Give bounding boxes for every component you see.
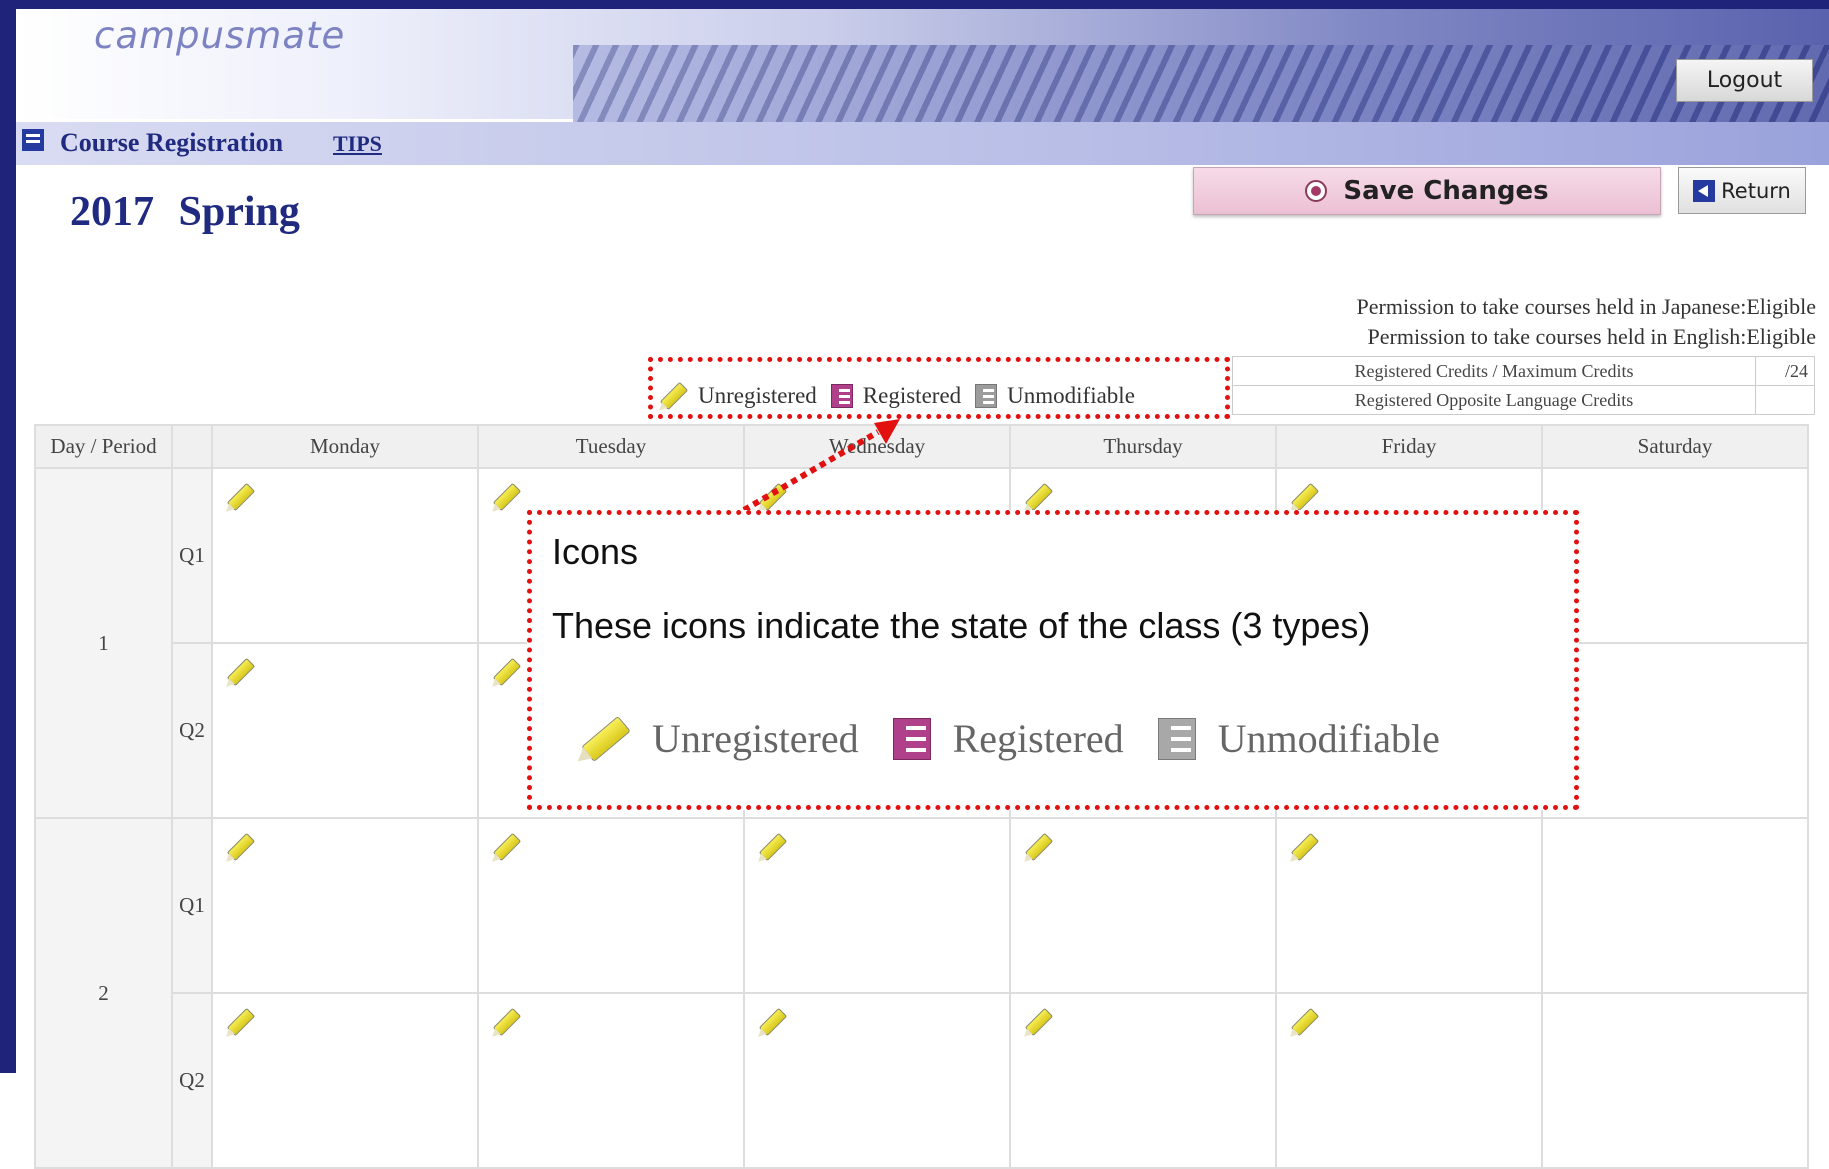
page-title: Course Registration	[60, 128, 284, 157]
class-cell[interactable]	[1275, 817, 1543, 994]
pencil-icon[interactable]	[1290, 1007, 1320, 1037]
frame-top-border	[0, 0, 1829, 9]
callout-unregistered-label: Unregistered	[652, 716, 859, 761]
frame-left-border	[0, 0, 16, 1073]
callout-registered-label: Registered	[952, 716, 1124, 761]
pencil-icon[interactable]	[492, 832, 522, 862]
class-cell[interactable]	[743, 992, 1011, 1169]
permission-japanese: Permission to take courses held in Japan…	[1356, 294, 1816, 319]
logout-button[interactable]: Logout	[1676, 59, 1813, 102]
day-header-monday: Monday	[211, 424, 479, 469]
radio-dot-icon	[1305, 180, 1328, 202]
pencil-icon[interactable]	[492, 1007, 522, 1037]
day-header-saturday: Saturday	[1541, 424, 1809, 469]
save-changes-label: Save Changes	[1343, 176, 1549, 206]
day-header-tuesday: Tuesday	[477, 424, 745, 469]
class-cell[interactable]	[211, 992, 479, 1169]
permission-english: Permission to take courses held in Engli…	[1367, 324, 1817, 349]
day-period-header: Day / Period	[34, 424, 173, 469]
pencil-icon[interactable]	[758, 482, 788, 512]
table-row: 2 Q1	[34, 817, 1809, 1169]
pencil-icon[interactable]	[492, 482, 522, 512]
quarter-label: Q2	[171, 992, 213, 1169]
icons-callout: Icons These icons indicate the state of …	[527, 510, 1579, 810]
timetable-header-row: Day / Period Monday Tuesday Wednesday Th…	[34, 424, 1809, 469]
registered-list-icon	[892, 717, 931, 760]
tips-link[interactable]: TIPS	[333, 131, 382, 157]
pencil-icon[interactable]	[1024, 1007, 1054, 1037]
nav-bar	[16, 122, 1829, 165]
credits-table: Registered Credits / Maximum Credits /24…	[1232, 356, 1815, 415]
registration-icon	[22, 129, 44, 151]
class-cell	[1541, 817, 1809, 994]
period-label: 2	[34, 817, 173, 1169]
pencil-icon[interactable]	[1024, 482, 1054, 512]
day-header-wednesday: Wednesday	[743, 424, 1011, 469]
class-cell[interactable]	[211, 467, 479, 644]
header-texture	[573, 45, 1829, 125]
pencil-icon[interactable]	[758, 832, 788, 862]
pencil-icon[interactable]	[1290, 832, 1320, 862]
callout-description: These icons indicate the state of the cl…	[552, 605, 1371, 646]
pencil-icon	[581, 715, 631, 762]
class-cell	[1541, 642, 1809, 819]
quarter-label: Q1	[171, 467, 213, 644]
class-cell[interactable]	[1275, 992, 1543, 1169]
class-cell[interactable]	[477, 992, 745, 1169]
class-cell	[1541, 992, 1809, 1169]
class-cell[interactable]	[477, 817, 745, 994]
callout-title: Icons	[552, 531, 639, 572]
opposite-language-credits-label: Registered Opposite Language Credits	[1232, 385, 1756, 415]
pencil-icon[interactable]	[226, 1007, 256, 1037]
term-heading: 2017 Spring	[70, 189, 300, 235]
opposite-language-credits-value	[1755, 385, 1815, 415]
return-label: Return	[1721, 178, 1791, 203]
quarter-label: Q2	[171, 642, 213, 819]
pencil-icon[interactable]	[226, 482, 256, 512]
callout-unmodifiable-label: Unmodifiable	[1217, 716, 1440, 761]
class-cell[interactable]	[211, 642, 479, 819]
class-cell[interactable]	[743, 817, 1011, 994]
quarter-label: Q1	[171, 817, 213, 994]
back-arrow-icon	[1693, 179, 1716, 202]
quarter-header	[171, 424, 213, 469]
pencil-icon[interactable]	[758, 1007, 788, 1037]
save-changes-button[interactable]: Save Changes	[1193, 167, 1661, 215]
callout-icon-row: Unregistered Registered Unmodifiable	[581, 715, 1474, 762]
registered-credits-value: /24	[1755, 356, 1815, 386]
pencil-icon[interactable]	[226, 657, 256, 687]
pencil-icon[interactable]	[1290, 482, 1320, 512]
class-cell[interactable]	[211, 817, 479, 994]
table-row: Q2	[35, 992, 1809, 1169]
class-cell	[1541, 467, 1809, 644]
campusmate-logo[interactable]: campusmate	[94, 14, 345, 57]
pencil-icon[interactable]	[226, 832, 256, 862]
pencil-icon[interactable]	[492, 657, 522, 687]
pencil-icon[interactable]	[1024, 832, 1054, 862]
day-header-thursday: Thursday	[1009, 424, 1277, 469]
period-label: 1	[34, 467, 173, 819]
day-header-friday: Friday	[1275, 424, 1543, 469]
class-cell[interactable]	[1009, 817, 1277, 994]
registered-credits-label: Registered Credits / Maximum Credits	[1232, 356, 1756, 386]
unmodifiable-list-icon	[1157, 717, 1196, 760]
return-button[interactable]: Return	[1678, 167, 1806, 214]
app-frame: campusmate Logout Course Registration TI…	[0, 0, 1829, 1169]
legend-highlight-box	[648, 357, 1230, 419]
class-cell[interactable]	[1009, 992, 1277, 1169]
